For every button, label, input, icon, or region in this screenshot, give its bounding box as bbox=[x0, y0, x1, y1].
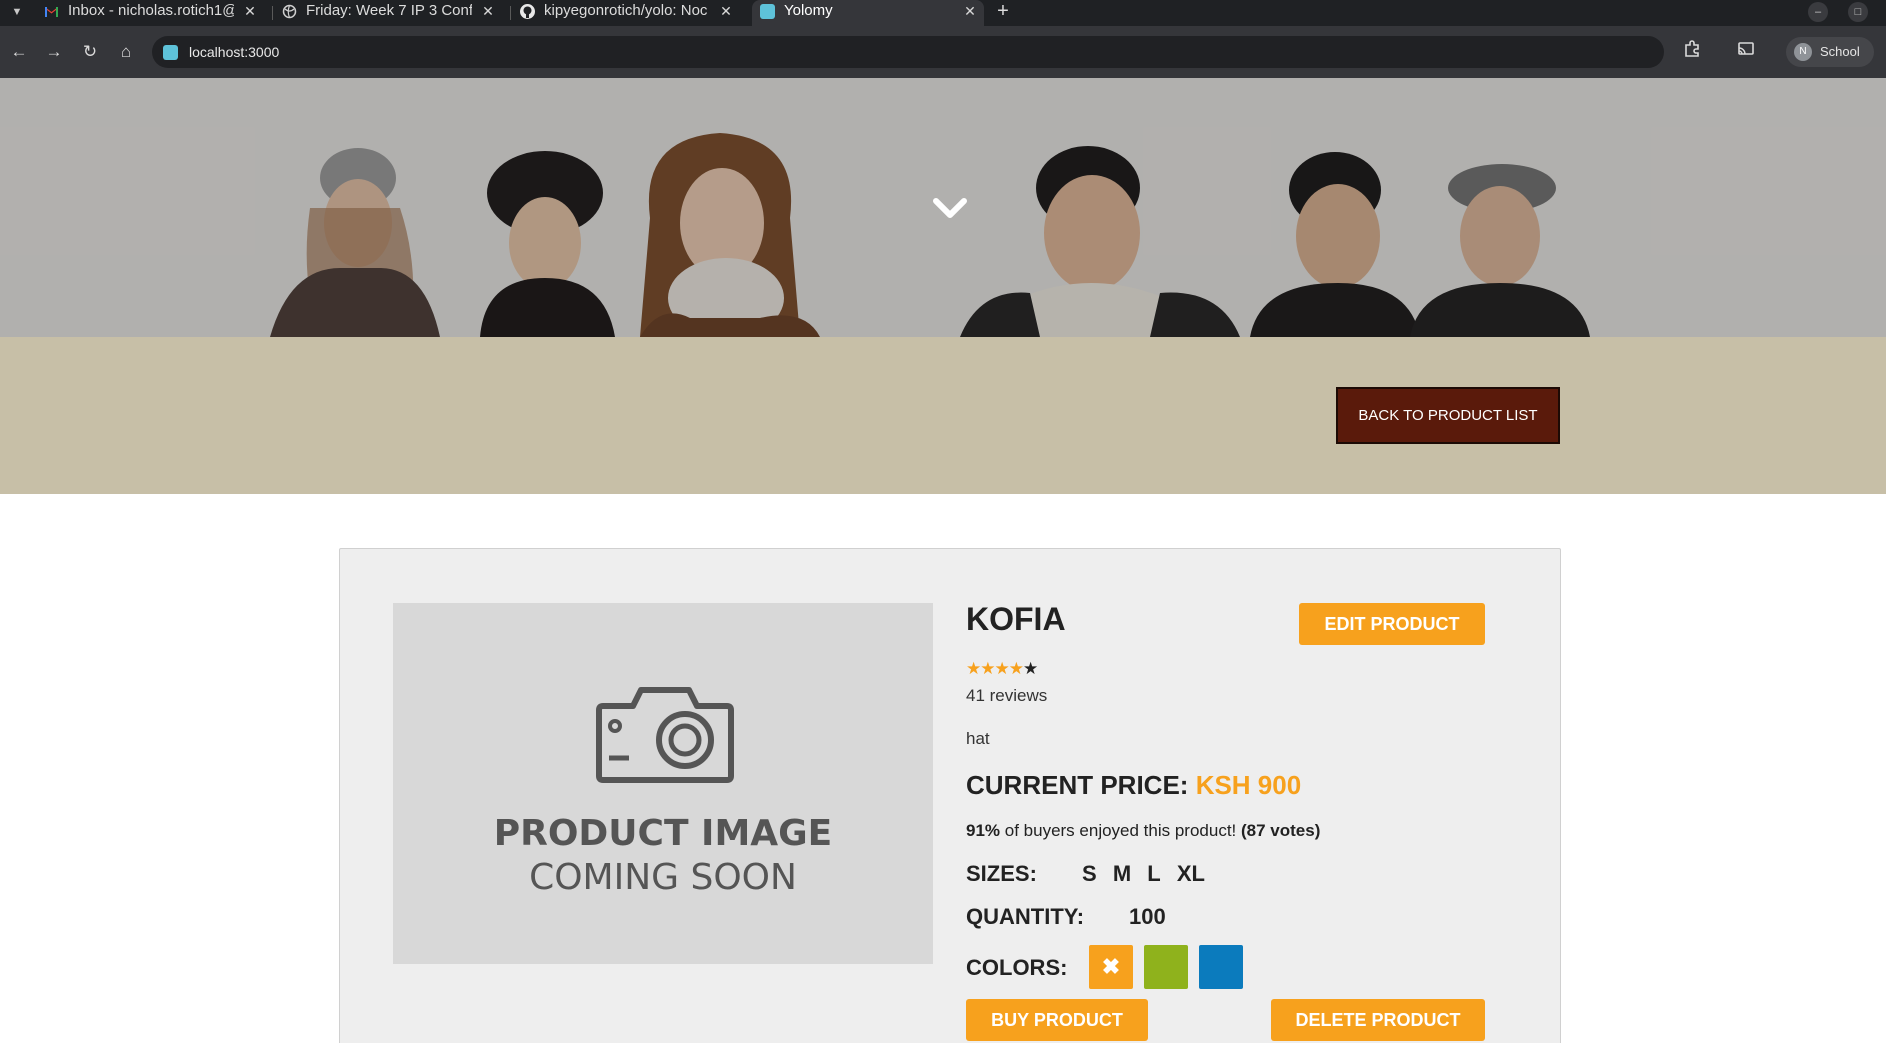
close-x-icon: ✖ bbox=[1101, 954, 1121, 979]
profile-button[interactable]: N School bbox=[1786, 37, 1874, 67]
avatar: N bbox=[1794, 43, 1812, 61]
minimize-icon[interactable]: – bbox=[1808, 2, 1828, 22]
cast-icon[interactable] bbox=[1734, 40, 1758, 64]
back-arrow-icon[interactable]: ← bbox=[7, 40, 31, 64]
color-swatch-orange-selected[interactable]: ✖ bbox=[1089, 945, 1133, 989]
extensions-puzzle-icon[interactable] bbox=[1680, 40, 1704, 64]
back-to-product-list-button[interactable]: BACK TO PRODUCT LIST bbox=[1336, 387, 1560, 444]
product-image-placeholder: PRODUCT IMAGE COMING SOON bbox=[393, 603, 933, 964]
new-tab-plus-icon[interactable]: + bbox=[992, 0, 1014, 24]
product-description: hat bbox=[966, 729, 990, 748]
buy-product-button[interactable]: BUY PRODUCT bbox=[966, 999, 1148, 1041]
hero-banner-image bbox=[0, 78, 1886, 337]
tab-yolomy[interactable]: Yolomy ✕ bbox=[752, 0, 984, 26]
gmail-icon bbox=[44, 4, 59, 19]
quantity-value: 100 bbox=[1129, 904, 1166, 929]
sizes-label: SIZES: bbox=[966, 861, 1037, 886]
star-icon: ★ bbox=[1023, 659, 1038, 678]
tab-separator bbox=[510, 6, 511, 20]
close-icon[interactable]: ✕ bbox=[242, 0, 258, 22]
size-option[interactable]: S bbox=[1082, 861, 1097, 886]
price-value: KSH 900 bbox=[1195, 770, 1302, 800]
star-icon: ★ bbox=[1008, 659, 1024, 678]
close-icon[interactable]: ✕ bbox=[962, 0, 978, 22]
placeholder-line-2: COMING SOON bbox=[529, 857, 797, 898]
github-icon bbox=[520, 4, 535, 19]
tab-title: Friday: Week 7 IP 3 Confi bbox=[306, 2, 472, 19]
tab-title: Inbox - nicholas.rotich1@ bbox=[68, 2, 234, 19]
tab-title: kipyegonrotich/yolo: Noc bbox=[544, 2, 708, 19]
forward-arrow-icon[interactable]: → bbox=[42, 40, 66, 64]
color-swatch-blue[interactable] bbox=[1199, 945, 1243, 989]
site-react-icon bbox=[163, 45, 178, 60]
size-option[interactable]: XL bbox=[1177, 861, 1205, 886]
colors-label: COLORS: bbox=[966, 955, 1068, 980]
placeholder-line-1: PRODUCT IMAGE bbox=[493, 813, 833, 854]
buyer-satisfaction: 91% of buyers enjoyed this product! (87 … bbox=[966, 821, 1320, 841]
chevron-down-icon[interactable] bbox=[930, 193, 970, 223]
home-icon[interactable]: ⌂ bbox=[114, 40, 138, 64]
current-price: CURRENT PRICE: KSH 900 bbox=[966, 770, 1301, 801]
close-icon[interactable]: ✕ bbox=[718, 0, 734, 22]
browser-toolbar: ← → ↻ ⌂ localhost:3000 N School bbox=[0, 26, 1886, 78]
size-option[interactable]: L bbox=[1147, 861, 1160, 886]
action-band: BACK TO PRODUCT LIST bbox=[0, 337, 1886, 494]
address-bar[interactable]: localhost:3000 bbox=[152, 36, 1664, 68]
close-icon[interactable]: ✕ bbox=[480, 0, 496, 22]
react-icon bbox=[760, 4, 775, 19]
tab-gmail[interactable]: Inbox - nicholas.rotich1@ ✕ bbox=[36, 0, 264, 26]
browser-tab-bar: ▼ Inbox - nicholas.rotich1@ ✕ Friday: We… bbox=[0, 0, 1886, 26]
review-count: 41 reviews bbox=[966, 686, 1048, 705]
color-swatch-green[interactable] bbox=[1144, 945, 1188, 989]
tab-title: Yolomy bbox=[784, 2, 833, 19]
star-icon: ★ bbox=[980, 659, 995, 678]
reload-icon[interactable]: ↻ bbox=[78, 40, 102, 64]
enjoy-text: of buyers enjoyed this product! bbox=[1000, 821, 1242, 840]
tab-search-chevron-icon[interactable]: ▼ bbox=[8, 3, 26, 21]
star-icon: ★ bbox=[994, 659, 1010, 678]
enjoy-percent: 91% bbox=[966, 821, 1001, 840]
star-rating: ★★★★★ bbox=[966, 659, 1038, 679]
quantity-label: QUANTITY: bbox=[966, 904, 1085, 929]
product-detail-card: PRODUCT IMAGE COMING SOON KOFIA EDIT PRO… bbox=[339, 548, 1561, 1043]
camera-icon bbox=[596, 687, 734, 783]
sizes-list: S M L XL bbox=[1082, 861, 1215, 887]
tab-separator bbox=[272, 6, 273, 20]
delete-product-button[interactable]: DELETE PRODUCT bbox=[1271, 999, 1485, 1041]
url-text: localhost:3000 bbox=[189, 44, 280, 60]
globe-icon bbox=[282, 4, 297, 19]
star-icon: ★ bbox=[966, 659, 981, 678]
price-label: CURRENT PRICE: bbox=[966, 770, 1189, 800]
product-name: KOFIA bbox=[966, 601, 1066, 637]
tab-friday[interactable]: Friday: Week 7 IP 3 Confi ✕ bbox=[274, 0, 502, 26]
size-option[interactable]: M bbox=[1113, 861, 1131, 886]
enjoy-votes: (87 votes) bbox=[1241, 821, 1321, 840]
edit-product-button[interactable]: EDIT PRODUCT bbox=[1299, 603, 1485, 645]
profile-name: School bbox=[1820, 44, 1860, 59]
tab-github[interactable]: kipyegonrotich/yolo: Noc ✕ bbox=[512, 0, 740, 26]
restore-icon[interactable]: □ bbox=[1848, 2, 1868, 22]
